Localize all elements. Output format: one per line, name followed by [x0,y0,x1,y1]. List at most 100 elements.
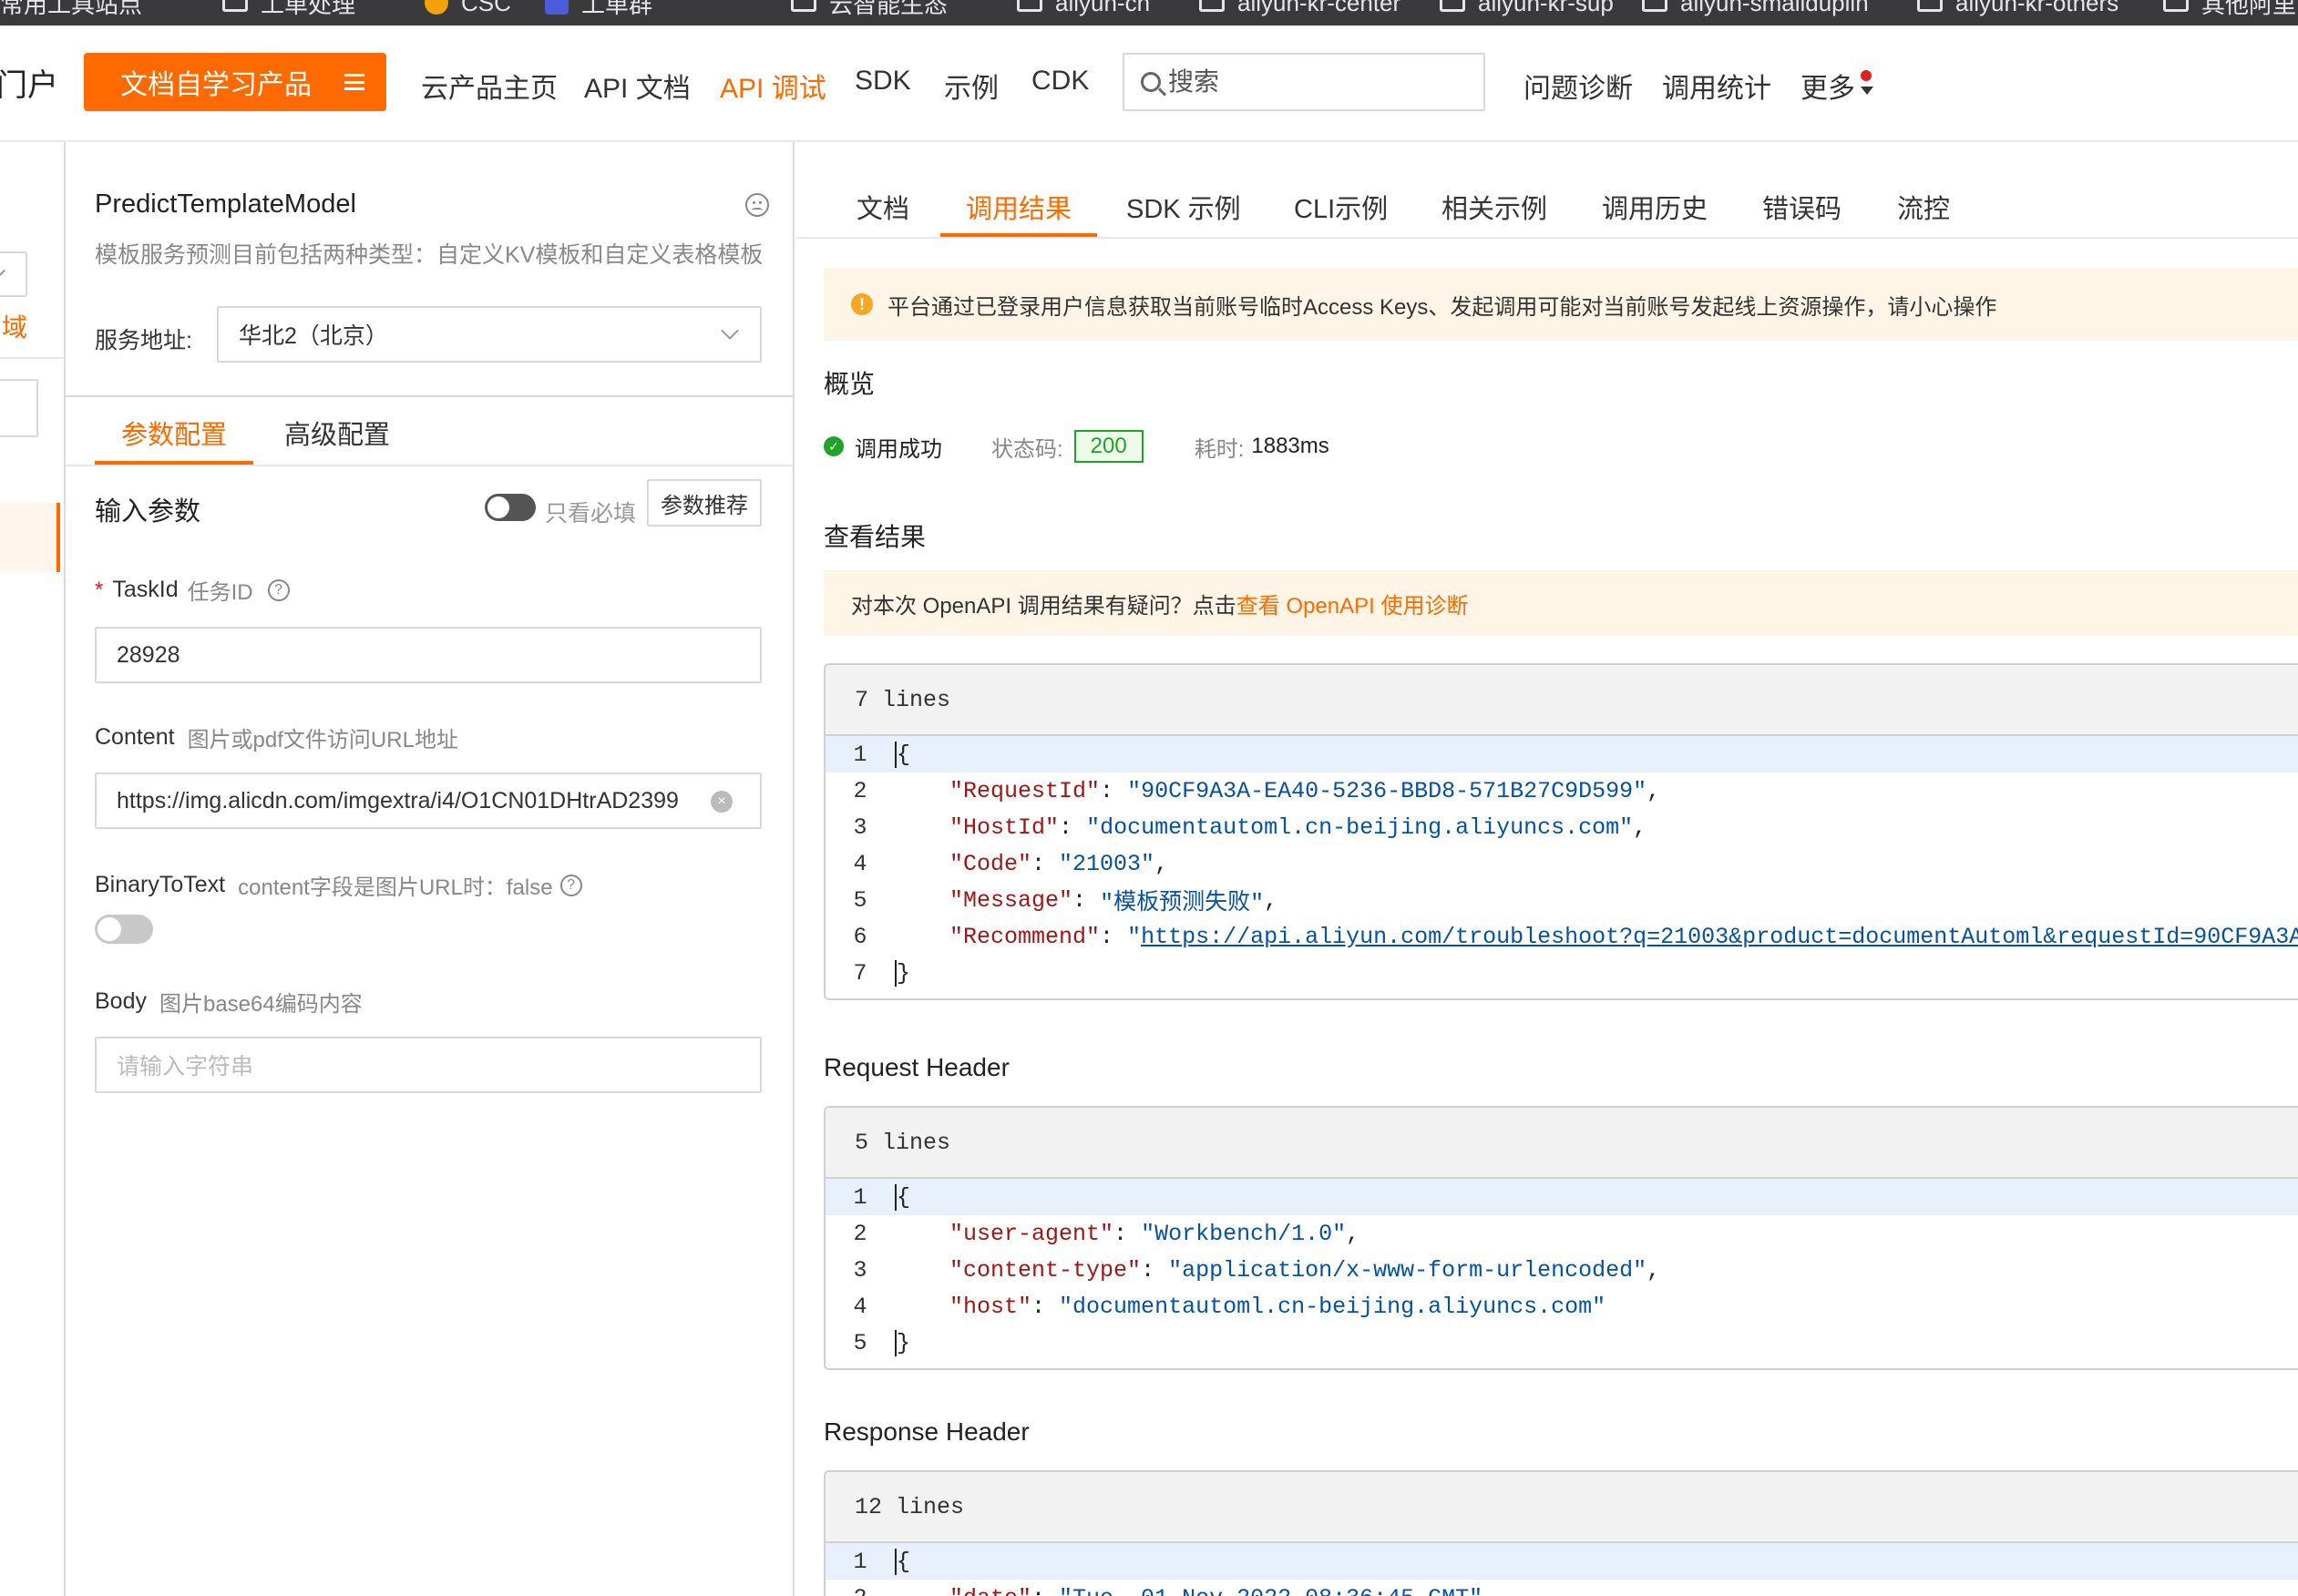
search-box[interactable] [1123,53,1485,111]
service-address-select[interactable]: 华北2（北京） [217,306,762,363]
diagnose-link[interactable]: 查看 OpenAPI 使用诊断 [1236,588,1469,619]
bookmark-5[interactable]: aliyun-cn [1017,0,1150,18]
nav-statistics[interactable]: 调用统计 [1662,66,1771,106]
param-hint: content字段是图片URL时：false [238,875,553,900]
result-panel: 文档 调用结果 SDK 示例 CLI示例 相关示例 调用历史 错误码 流控 ! … [796,142,2298,1596]
folder-icon [222,0,248,12]
service-address-value: 华北2（北京） [239,323,388,349]
sidebar-select-stub[interactable] [0,251,27,297]
more-indicator [1859,70,1875,99]
nav-more[interactable]: 更多 [1800,66,1875,106]
bookmark-0[interactable]: 常用工具站点 [0,0,142,18]
taskid-input[interactable]: 28928 [95,627,762,683]
chevron-down-icon [0,263,6,278]
taskid-value: 28928 [117,641,180,668]
overview-title: 概览 [824,370,876,398]
code-line: 7} [853,959,911,987]
help-icon[interactable]: ? [559,874,582,896]
nav-more-label: 更多 [1800,74,1855,104]
warning-text: 平台通过已登录用户信息获取当前账号临时Access Keys、发起调用可能对当前… [887,294,1997,320]
nav-examples[interactable]: 示例 [944,66,999,106]
nav-api-docs[interactable]: API 文档 [584,66,691,106]
param-hint: 图片base64编码内容 [159,992,363,1017]
tab-flow-control[interactable]: 流控 [1897,188,1950,226]
code-lines[interactable]: 1{ 2 "user-agent": "Workbench/1.0", 3 "c… [826,1179,2298,1361]
tab-advanced-config[interactable]: 高级配置 [284,414,390,452]
required-only-toggle[interactable] [485,494,536,521]
tab-docs[interactable]: 文档 [857,188,909,226]
content-input[interactable]: https://img.alicdn.com/imgextra/i4/O1CN0… [95,772,762,829]
sidebar-active-item[interactable] [0,503,60,572]
nav-api-debug[interactable]: API 调试 [720,66,826,106]
folder-icon [1642,0,1667,12]
divider [66,395,793,397]
nav-cdk[interactable]: CDK [1031,66,1089,97]
recommend-link[interactable]: https://api.aliyun.com/troubleshoot?q=21… [1141,924,2298,950]
search-input[interactable] [1168,67,1469,97]
code-line: 3 "HostId": "documentautoml.cn-beijing.a… [853,813,1647,841]
body-placeholder: 请输入字符串 [117,1054,254,1079]
bookmark-6[interactable]: aliyun-kr-center [1199,0,1400,18]
folder-icon [1017,0,1042,12]
circle-logo-icon [425,0,448,15]
clear-icon[interactable]: × [711,791,733,813]
feedback-face-icon[interactable] [745,193,769,217]
portal-title: 门户 [0,68,58,103]
binarytotext-switch[interactable] [95,915,153,944]
code-line: 6 "Recommend": " https://api.aliyun.com/t… [826,918,2298,955]
content-value: https://img.alicdn.com/imgextra/i4/O1CN0… [117,787,679,813]
nav-product-home[interactable]: 云产品主页 [421,66,558,106]
folder-icon [1917,0,1943,12]
bookmark-1[interactable]: 工单处理 [222,0,355,18]
param-name: Content [95,724,175,750]
response-header-title: Response Header [824,1417,1030,1446]
tab-cli-example[interactable]: CLI示例 [1294,188,1388,226]
tab-param-config[interactable]: 参数配置 [95,414,253,465]
product-menu-label: 文档自学习产品 [120,70,312,100]
bookmark-9[interactable]: aliyun-kr-others [1917,0,2118,18]
tab-related-example[interactable]: 相关示例 [1441,188,1547,226]
code-line: 1{ [826,1179,2298,1215]
status-code-label: 状态码: [991,436,1063,462]
bookmark-8[interactable]: aliyun-smallduplin [1642,0,1869,18]
notice-text: 对本次 OpenAPI 调用结果有疑问？点击 [851,593,1236,619]
tab-call-result[interactable]: 调用结果 [966,188,1072,226]
required-only-label: 只看必填 [545,501,637,527]
tab-sdk-example[interactable]: SDK 示例 [1126,188,1241,226]
tab-error-codes[interactable]: 错误码 [1762,188,1841,226]
help-icon[interactable]: ? [267,578,290,601]
api-params-panel: PredictTemplateModel 模板服务预测目前包括两种类型：自定义K… [66,142,795,1596]
nav-diagnose[interactable]: 问题诊断 [1523,66,1633,106]
param-recommend-button[interactable]: 参数推荐 [647,479,762,527]
folder-icon [2163,0,2189,12]
code-line: 4 "Code": "21003", [853,850,1169,877]
result-code-box: 7 lines 1{ 2 "RequestId": "90CF9A3A-EA40… [824,663,2298,1000]
tab-call-history[interactable]: 调用历史 [1602,188,1708,226]
code-lines[interactable]: 1{ 2 "RequestId": "90CF9A3A-EA40-5236-BB… [826,736,2298,991]
left-sidebar-collapsed: 域 [0,142,66,1596]
bookmark-2[interactable]: CSC [425,0,511,18]
code-lines-count: 5 lines [826,1108,2298,1179]
code-lines[interactable]: 1{ 2 "date": "Tue, 01 Nov 2022 08:36:45 … [826,1543,2298,1596]
warning-icon: ! [851,293,873,315]
product-menu-button[interactable]: 文档自学习产品 [84,53,386,111]
bookmark-3[interactable]: 工单群 [545,0,652,18]
bookmark-4[interactable]: 云智能生态 [791,0,948,18]
request-header-title: Request Header [824,1053,1010,1081]
param-name: TaskId [112,577,179,602]
bookmark-10[interactable]: 其他阿里 [2163,0,2296,18]
sidebar-search-stub[interactable] [0,379,38,437]
divider [0,357,64,359]
bookmark-7[interactable]: aliyun-kr-sup [1440,0,1614,18]
notification-dot-icon [1861,70,1872,81]
body-input[interactable]: 请输入字符串 [95,1037,762,1093]
code-line: 2 "user-agent": "Workbench/1.0", [853,1220,1360,1247]
nav-sdk[interactable]: SDK [855,66,911,97]
api-description: 模板服务预测目前包括两种类型：自定义KV模板和自定义表格模板 [95,242,764,268]
divider [796,237,2298,239]
code-line: 1{ [826,1543,2298,1580]
code-lines-count: 7 lines [826,665,2298,736]
required-mark: * [95,577,104,602]
param-binarytotext-label: BinaryToText content字段是图片URL时：false ? [95,869,582,901]
top-navigation: 门户 文档自学习产品 云产品主页 API 文档 API 调试 SDK 示例 CD… [0,26,2298,142]
